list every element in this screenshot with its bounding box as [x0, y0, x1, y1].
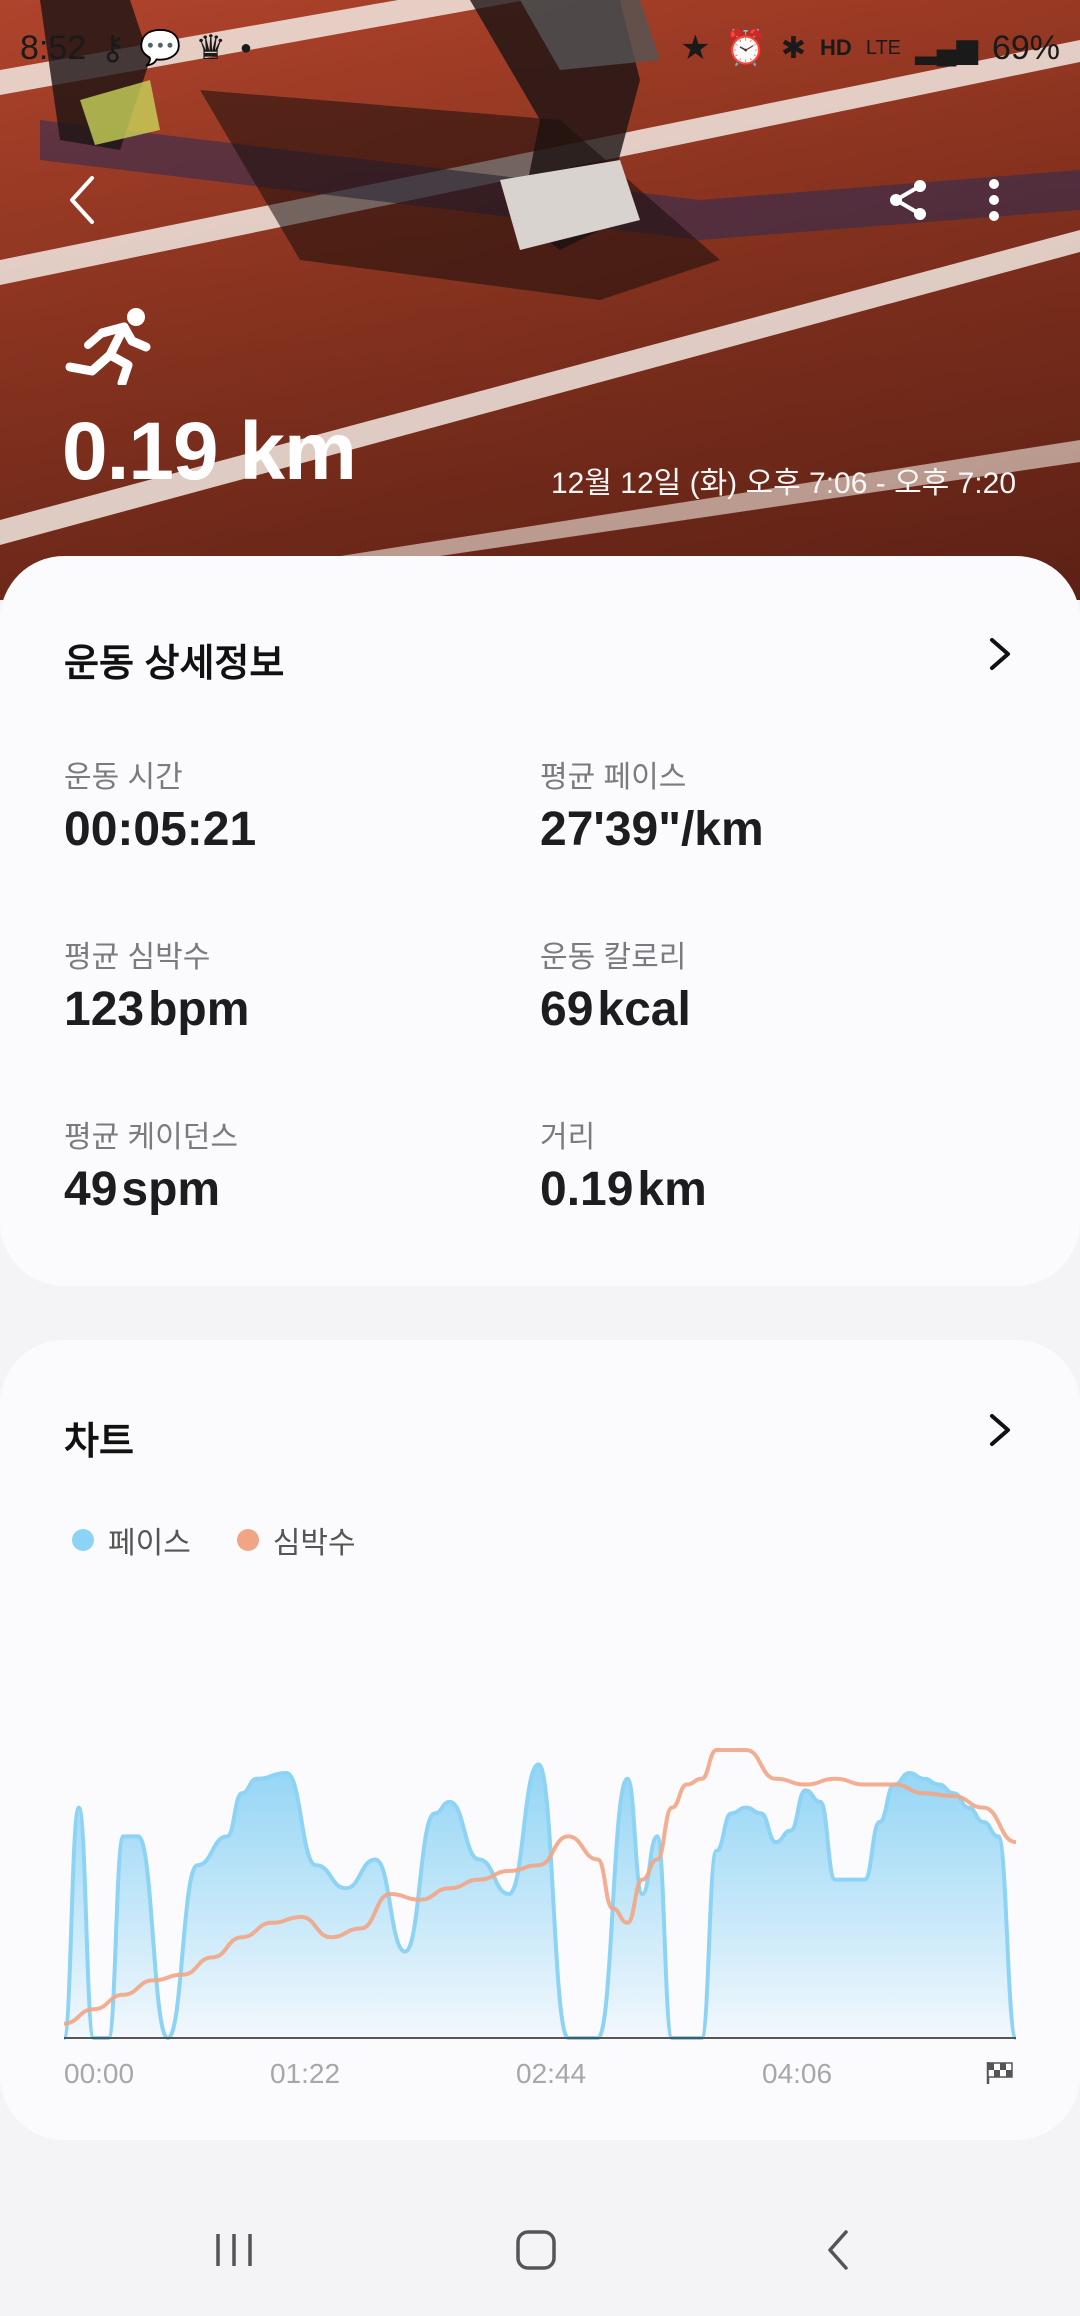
- recent-apps-icon: [216, 2234, 252, 2266]
- chart-chevron-right-icon[interactable]: [982, 1412, 1018, 1448]
- dot-icon: ●: [239, 36, 253, 59]
- stat-value: 69kcal: [540, 983, 691, 1036]
- hero-image: 8:52 ⚷ 💬 ♛ ● ★ ⏰ ✱ HD LTE ▂▄▆ 69% 0.19 k…: [0, 0, 1080, 600]
- stat-duration: 운동 시간 00:05:21: [64, 752, 504, 857]
- hd-voice-icon: HD: [820, 35, 852, 60]
- recent-apps-button[interactable]: [204, 2220, 264, 2280]
- back-arrow-icon: [70, 176, 94, 224]
- pace-heart-rate-chart[interactable]: [0, 1680, 1080, 2060]
- navigation-bar: [0, 2180, 1080, 2316]
- home-button[interactable]: [506, 2220, 566, 2280]
- legend-label-pace: 페이스: [108, 1527, 191, 1560]
- share-icon: [890, 180, 926, 220]
- x-tick-label: 04:06: [762, 2058, 833, 2089]
- finish-flag-icon: [986, 2062, 1013, 2084]
- key-icon: ⚷: [100, 29, 126, 67]
- pace-area: [64, 1764, 1016, 2038]
- stat-value: 00:05:21: [64, 803, 257, 856]
- stat-avg-heart-rate: 평균 심박수 123bpm: [64, 932, 504, 1037]
- chart-title: 차트: [64, 1421, 134, 1463]
- x-tick-label: 00:00: [64, 2058, 135, 2089]
- legend-dot-heart-rate: [236, 1529, 259, 1551]
- status-bar: 8:52 ⚷ 💬 ♛ ● ★ ⏰ ✱ HD LTE ▂▄▆ 69%: [0, 0, 1080, 90]
- stat-avg-cadence: 평균 케이던스 49spm: [64, 1112, 504, 1217]
- details-card: 운동 상세정보 운동 시간 00:05:21 평균 페이스 27'39"/km …: [0, 556, 1080, 1286]
- stat-distance: 거리 0.19km: [540, 1112, 980, 1217]
- more-options-button[interactable]: [964, 170, 1024, 230]
- stat-label: 평균 페이스: [540, 761, 687, 794]
- signal-icon: ▂▄▆: [915, 32, 978, 64]
- more-vert-icon: [989, 179, 999, 221]
- legend-dot-pace: [72, 1529, 94, 1551]
- stat-label: 운동 시간: [64, 761, 183, 794]
- back-button[interactable]: [52, 170, 112, 230]
- details-title: 운동 상세정보: [64, 643, 285, 685]
- stat-label: 평균 심박수: [64, 941, 211, 974]
- x-tick-label: 01:22: [270, 2058, 341, 2089]
- crown-icon: ♛: [195, 29, 226, 67]
- track-illustration: [0, 0, 1080, 600]
- stat-calories: 운동 칼로리 69kcal: [540, 932, 980, 1037]
- back-icon: [828, 2230, 848, 2270]
- share-button[interactable]: [878, 170, 938, 230]
- stat-label: 평균 케이던스: [64, 1121, 238, 1154]
- stat-label: 운동 칼로리: [540, 941, 687, 974]
- legend-label-heart-rate: 심박수: [272, 1527, 356, 1560]
- chart-legend: 페이스 심박수: [72, 1518, 356, 1562]
- chat-icon: 💬: [139, 29, 182, 67]
- total-distance: 0.19 km: [62, 406, 357, 497]
- lte-icon: LTE: [865, 36, 902, 59]
- alarm-icon: ⏰: [724, 29, 767, 67]
- details-chevron-right-icon[interactable]: [982, 636, 1018, 672]
- running-icon: [65, 308, 151, 385]
- bluetooth-icon: ✱: [780, 31, 807, 65]
- stat-value: 0.19km: [540, 1163, 707, 1216]
- system-back-button[interactable]: [808, 2220, 868, 2280]
- star-icon: ★: [680, 29, 711, 67]
- stat-label: 거리: [540, 1121, 596, 1154]
- workout-date-range: 12월 12일 (화) 오후 7:06 - 오후 7:20: [550, 467, 1016, 500]
- x-tick-label: 02:44: [516, 2058, 587, 2089]
- home-icon: [516, 2230, 556, 2270]
- status-time: 8:52: [20, 28, 87, 67]
- stat-value: 27'39"/km: [540, 803, 764, 856]
- battery-percentage: 69%: [991, 28, 1060, 67]
- stat-value: 49spm: [64, 1163, 221, 1216]
- stat-value: 123bpm: [64, 983, 250, 1036]
- stat-avg-pace: 평균 페이스 27'39"/km: [540, 752, 980, 857]
